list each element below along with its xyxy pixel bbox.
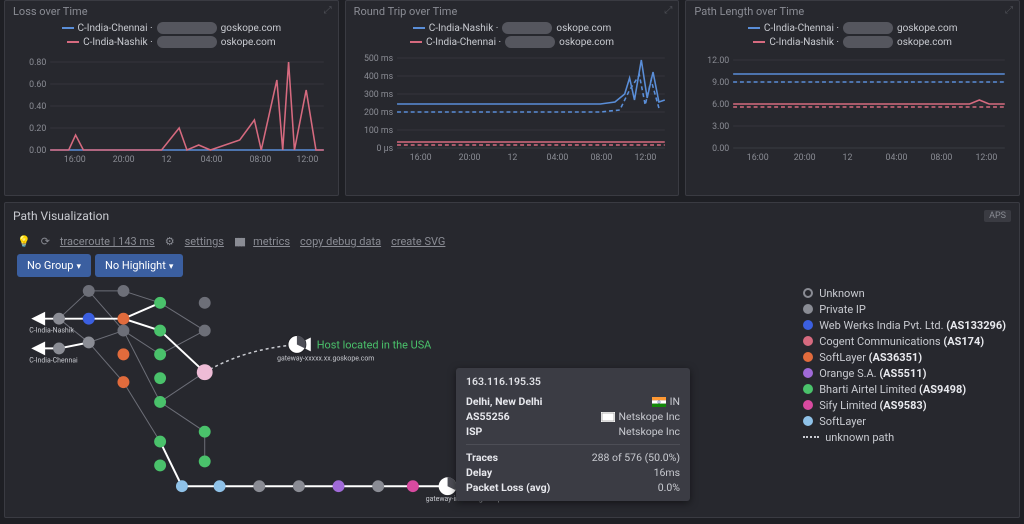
tooltip-ip: 163.116.195.35: [456, 368, 690, 394]
path-legend: UnknownPrivate IPWeb Werks India Pvt. Lt…: [803, 285, 1006, 445]
svg-text:Host located in the USA: Host located in the USA: [317, 338, 432, 351]
settings-link[interactable]: settings: [185, 235, 224, 248]
svg-text:20:00: 20:00: [458, 153, 480, 163]
svg-text:300 ms: 300 ms: [364, 90, 394, 100]
svg-text:9.00: 9.00: [712, 78, 729, 88]
svg-text:12.00: 12.00: [708, 56, 730, 66]
pathlen-chart-title: Path Length over Time: [686, 1, 1019, 18]
legend-item[interactable]: Sify Limited (AS9583): [803, 397, 1006, 413]
legend-item[interactable]: Private IP: [803, 301, 1006, 317]
copy-debug-link[interactable]: copy debug data: [300, 235, 381, 248]
svg-text:16:00: 16:00: [64, 155, 86, 165]
expand-icon[interactable]: ⤢: [324, 5, 332, 16]
rtt-chart[interactable]: 500 ms 400 ms 300 ms 200 ms 100 ms 0 μs …: [356, 50, 669, 168]
refresh-icon[interactable]: ⟳: [41, 235, 50, 248]
svg-text:16:00: 16:00: [747, 153, 769, 163]
pathlen-chart[interactable]: 12.00 9.00 6.00 3.00 0.00 16:00 20:00 12…: [696, 50, 1009, 168]
svg-text:0.20: 0.20: [29, 124, 46, 134]
expand-icon[interactable]: ⤢: [664, 5, 672, 16]
traceroute-link[interactable]: traceroute | 143 ms: [60, 235, 155, 248]
legend-item[interactable]: SoftLayer (AS36351): [803, 349, 1006, 365]
svg-text:12:00: 12:00: [634, 153, 656, 163]
svg-text:0.40: 0.40: [29, 102, 46, 112]
loss-chart-panel: Loss over Time ⤢ C-India-Chennai · gosko…: [4, 0, 339, 196]
svg-text:0.00: 0.00: [712, 144, 729, 154]
svg-text:C-India-Nashik: C-India-Nashik: [29, 327, 74, 335]
legend-item[interactable]: Cogent Communications (AS174): [803, 333, 1006, 349]
svg-text:gateway-xxxxx.xx.goskope.com: gateway-xxxxx.xx.goskope.com: [277, 354, 374, 362]
svg-text:C-India-Chennai: C-India-Chennai: [29, 356, 78, 364]
legend-item[interactable]: Unknown: [803, 285, 1006, 301]
metrics-link[interactable]: metrics: [253, 235, 290, 248]
loss-chart-title: Loss over Time: [5, 1, 338, 18]
loss-legend: C-India-Chennai · goskope.com C-India-Na…: [5, 18, 338, 50]
bars-icon[interactable]: ▮▮▮: [234, 235, 243, 248]
svg-text:3.00: 3.00: [712, 122, 729, 132]
svg-text:12: 12: [162, 155, 172, 165]
svg-text:0.00: 0.00: [29, 146, 46, 156]
svg-text:100 ms: 100 ms: [364, 126, 394, 136]
rtt-chart-title: Round Trip over Time: [346, 1, 679, 18]
node-tooltip: 163.116.195.35 Delhi, New Delhi IN AS552…: [456, 368, 690, 501]
svg-text:12: 12: [507, 153, 517, 163]
svg-text:08:00: 08:00: [250, 155, 272, 165]
svg-text:20:00: 20:00: [113, 155, 135, 165]
path-viz-title: Path Visualization: [13, 209, 109, 223]
rtt-legend: C-India-Nashik ·oskope.com C-India-Chenn…: [346, 18, 679, 50]
svg-text:0.60: 0.60: [29, 80, 46, 90]
pathlen-legend: C-India-Chennai ·goskope.com C-India-Nas…: [686, 18, 1019, 50]
svg-text:08:00: 08:00: [590, 153, 612, 163]
svg-text:04:00: 04:00: [201, 155, 223, 165]
create-svg-link[interactable]: create SVG: [391, 235, 445, 248]
bulb-icon[interactable]: 💡: [17, 235, 31, 248]
svg-text:12:00: 12:00: [976, 153, 998, 163]
svg-text:0.80: 0.80: [29, 58, 46, 68]
svg-text:400 ms: 400 ms: [364, 72, 394, 82]
svg-text:0 μs: 0 μs: [376, 144, 393, 154]
svg-text:04:00: 04:00: [886, 153, 908, 163]
svg-text:12:00: 12:00: [296, 155, 318, 165]
legend-item[interactable]: Orange S.A. (AS5511): [803, 365, 1006, 381]
svg-text:16:00: 16:00: [409, 153, 431, 163]
svg-text:500 ms: 500 ms: [364, 54, 394, 64]
svg-text:04:00: 04:00: [546, 153, 568, 163]
svg-text:6.00: 6.00: [712, 100, 729, 110]
legend-item[interactable]: SoftLayer: [803, 413, 1006, 429]
gear-icon[interactable]: ⚙: [165, 235, 175, 248]
rtt-chart-panel: Round Trip over Time ⤢ C-India-Nashik ·o…: [345, 0, 680, 196]
path-toolbar: 💡 ⟳ traceroute | 143 ms ⚙ settings ▮▮▮ m…: [5, 229, 1019, 254]
pathlen-chart-panel: Path Length over Time ⤢ C-India-Chennai …: [685, 0, 1020, 196]
group-dropdown[interactable]: No Group▾: [17, 254, 91, 277]
legend-item[interactable]: unknown path: [803, 429, 1006, 445]
svg-text:200 ms: 200 ms: [364, 108, 394, 118]
highlight-dropdown[interactable]: No Highlight▾: [95, 254, 183, 277]
aps-badge[interactable]: APS: [984, 210, 1011, 222]
legend-item[interactable]: Bharti Airtel Limited (AS9498): [803, 381, 1006, 397]
expand-icon[interactable]: ⤢: [1005, 5, 1013, 16]
svg-text:12: 12: [843, 153, 853, 163]
svg-text:20:00: 20:00: [794, 153, 816, 163]
svg-text:08:00: 08:00: [931, 153, 953, 163]
legend-item[interactable]: Web Werks India Pvt. Ltd. (AS133296): [803, 317, 1006, 333]
loss-chart[interactable]: 0.80 0.60 0.40 0.20 0.00 16:00 20:00 12 …: [15, 50, 328, 168]
